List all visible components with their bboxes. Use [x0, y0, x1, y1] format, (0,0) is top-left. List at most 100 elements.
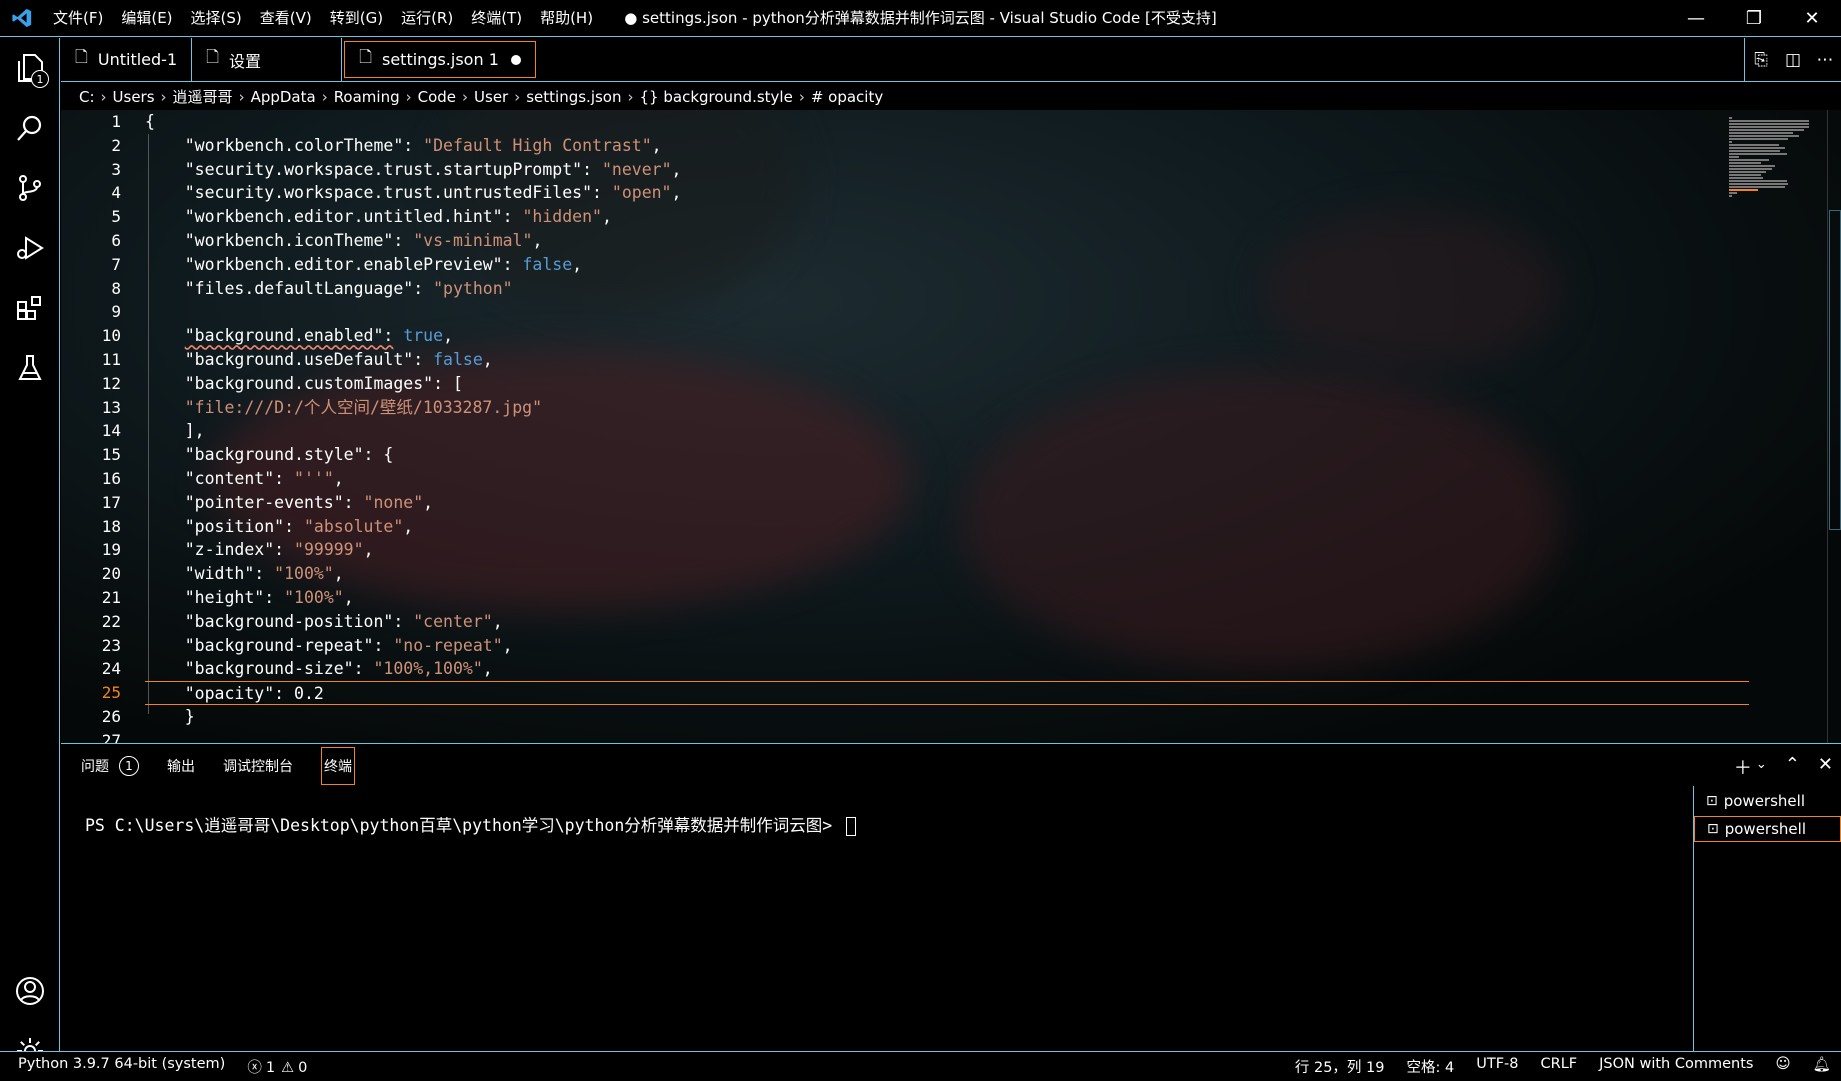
panel-tab[interactable]: 终端 [321, 747, 355, 785]
code-line[interactable]: "file:///D:/个人空间/壁纸/1033287.jpg" [145, 396, 1721, 420]
line-number: 21 [101, 587, 121, 607]
menu-item[interactable]: 运行(R) [392, 0, 462, 37]
code-line[interactable]: "security.workspace.trust.startupPrompt"… [145, 158, 1721, 182]
breadcrumb-item[interactable]: 逍遥哥哥 [173, 86, 233, 107]
code-token: , [343, 587, 354, 607]
code-line[interactable]: "z-index": "99999", [145, 538, 1721, 562]
panel-tab-label: 问题 [81, 759, 109, 775]
code-line[interactable]: "width": "100%", [145, 562, 1721, 586]
unsaved-dot-icon[interactable] [510, 54, 521, 65]
code-line[interactable]: "height": "100%", [145, 586, 1721, 610]
code-line[interactable]: "security.workspace.trust.untrustedFiles… [145, 181, 1721, 205]
editor-tab[interactable]: 🗋 Untitled-1 [61, 38, 193, 81]
panel-tab[interactable]: 问题 1 [81, 756, 139, 776]
encoding[interactable]: UTF-8 [1476, 1056, 1518, 1077]
minimap-line [1729, 144, 1779, 146]
breadcrumb-item[interactable]: Code [418, 88, 456, 106]
open-settings-json-icon[interactable]: ⎘ [1745, 50, 1777, 70]
panel-tab[interactable]: 调试控制台 [223, 756, 293, 776]
maximize-panel-icon[interactable]: ⌃ [1785, 754, 1800, 780]
code-line[interactable]: "pointer-events": "none", [145, 491, 1721, 515]
terminal-icon: ⊡ [1706, 793, 1718, 809]
code-line[interactable] [145, 300, 1721, 324]
menu-item[interactable]: 编辑(E) [112, 0, 181, 37]
breadcrumb-item[interactable]: {} background.style [640, 88, 793, 106]
restore-icon[interactable]: ❐ [1725, 0, 1783, 37]
terminal-instance[interactable]: ⊡ powershell [1694, 788, 1841, 814]
code-line[interactable]: "workbench.editor.untitled.hint": "hidde… [145, 205, 1721, 229]
indentation[interactable]: 空格: 4 [1406, 1056, 1454, 1077]
testing-icon[interactable] [0, 338, 59, 398]
line-number: 23 [101, 635, 121, 655]
code-line[interactable]: "background.style": { [145, 443, 1721, 467]
minimize-icon[interactable]: — [1667, 0, 1725, 37]
line-ending[interactable]: CRLF [1541, 1056, 1578, 1077]
code-token: "background.customImages": [ [145, 373, 463, 393]
code-line[interactable]: "background-position": "center", [145, 610, 1721, 634]
explorer-icon[interactable]: 1 [0, 38, 59, 98]
code-line[interactable] [145, 729, 1721, 743]
menu-item[interactable]: 选择(S) [182, 0, 251, 37]
line-number: 1 [111, 112, 121, 131]
code-line[interactable]: ], [145, 419, 1721, 443]
code-line[interactable]: "background.enabled": true, [145, 324, 1721, 348]
breadcrumb-item[interactable]: # opacity [811, 88, 883, 106]
vscode-logo-icon [0, 0, 44, 37]
notifications-icon[interactable]: 🔔︎ [1813, 1056, 1831, 1077]
breadcrumb-item[interactable]: User [474, 88, 508, 106]
python-interpreter[interactable]: Python 3.9.7 64-bit (system) [18, 1056, 225, 1077]
menu-item[interactable]: 查看(V) [251, 0, 321, 37]
breadcrumb-item[interactable]: AppData [251, 88, 316, 106]
run-debug-icon[interactable] [0, 218, 59, 278]
code-line[interactable]: "background-repeat": "no-repeat", [145, 634, 1721, 658]
code-line[interactable]: "workbench.editor.enablePreview": false, [145, 253, 1721, 277]
source-control-icon[interactable] [0, 158, 59, 218]
terminal-instance[interactable]: ⊡ powershell [1694, 816, 1841, 842]
breadcrumb-item[interactable]: Users [113, 88, 155, 106]
code-token: , [572, 254, 583, 274]
menu-item[interactable]: 文件(F) [44, 0, 112, 37]
minimap-line [1729, 141, 1732, 143]
code-line[interactable]: "position": "absolute", [145, 515, 1721, 539]
account-icon[interactable] [0, 961, 59, 1021]
search-icon[interactable] [0, 98, 59, 158]
breadcrumb-item[interactable]: settings.json [526, 88, 621, 106]
close-icon[interactable]: ✕ [1783, 0, 1841, 37]
code-line[interactable]: "background.useDefault": false, [145, 348, 1721, 372]
cursor-position[interactable]: 行 25，列 19 [1295, 1056, 1385, 1077]
code-line[interactable]: "files.defaultLanguage": "python" [145, 277, 1721, 301]
code-line[interactable]: "opacity": 0.2 [145, 681, 1749, 705]
more-actions-icon[interactable]: ⋯ [1809, 50, 1841, 70]
extensions-icon[interactable] [0, 278, 59, 338]
code-line[interactable]: "background-size": "100%,100%", [145, 657, 1721, 681]
code-token: , [443, 326, 453, 346]
line-number: 13 [101, 397, 121, 417]
editor-tab[interactable]: 🗋 设置 [192, 38, 343, 81]
menu-item[interactable]: 帮助(H) [531, 0, 602, 37]
panel-tab[interactable]: 输出 [167, 756, 195, 776]
menu-item[interactable]: 终端(T) [462, 0, 531, 37]
breadcrumb-item[interactable]: Roaming [334, 88, 400, 106]
terminal-dropdown-icon[interactable]: ⌄ [1756, 754, 1767, 780]
language-mode[interactable]: JSON with Comments [1599, 1056, 1753, 1077]
editor-tab[interactable]: 🗋 settings.json 1 [344, 41, 536, 78]
menu-item[interactable]: 转到(G) [321, 0, 392, 37]
minimap[interactable] [1723, 110, 1841, 743]
feedback-icon[interactable]: ☺ [1775, 1056, 1790, 1077]
code-line[interactable]: "content": "''", [145, 467, 1721, 491]
editor-scrollbar[interactable] [1827, 110, 1841, 743]
code-lines[interactable]: { "workbench.colorTheme": "Default High … [145, 110, 1749, 743]
code-line[interactable]: { [145, 110, 1721, 134]
code-editor[interactable]: 1 2 3 4 5 6 7 8 9 10 11 12 13 14 15 16 17 18 19 20 21 22 23 24 2… [61, 110, 1841, 743]
code-line[interactable]: } [145, 705, 1721, 729]
new-terminal-icon[interactable]: ＋ [1734, 754, 1752, 780]
close-panel-icon[interactable]: ✕ [1818, 754, 1833, 780]
code-token: , [502, 635, 513, 655]
code-line[interactable]: "workbench.colorTheme": "Default High Co… [145, 134, 1721, 158]
split-editor-icon[interactable]: ◫ [1777, 50, 1809, 70]
code-line[interactable]: "background.customImages": [ [145, 372, 1721, 396]
problems-indicator[interactable]: ⓧ 1 ⚠ 0 [247, 1056, 329, 1077]
code-line[interactable]: "workbench.iconTheme": "vs-minimal", [145, 229, 1721, 253]
terminal-output[interactable]: PS C:\Users\逍遥哥哥\Desktop\python百草\python… [85, 812, 857, 836]
breadcrumb-item[interactable]: C: [79, 88, 95, 106]
